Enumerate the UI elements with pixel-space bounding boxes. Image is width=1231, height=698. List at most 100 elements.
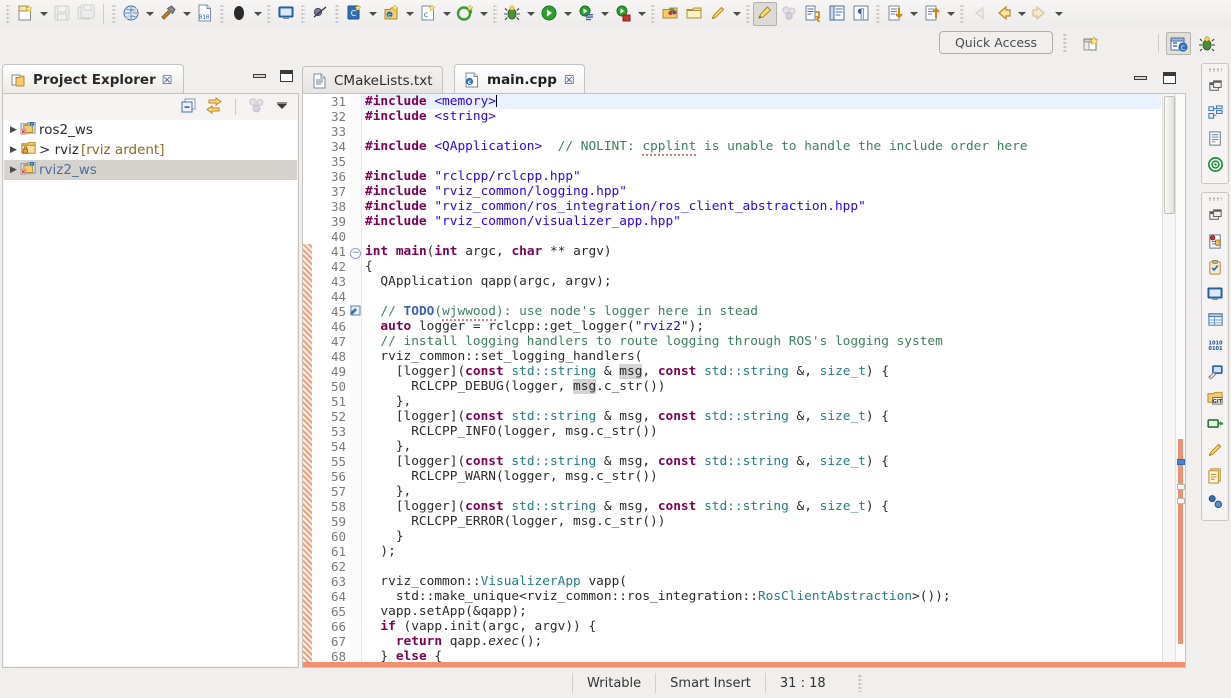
code-line[interactable]: if (vapp.init(argc, argv)) { xyxy=(363,619,1161,634)
debug-button-dropdown[interactable] xyxy=(524,2,537,26)
tab-cmakelists[interactable]: CMakeLists.txt xyxy=(302,66,443,94)
back-button[interactable] xyxy=(991,2,1015,26)
collapse-all-button[interactable] xyxy=(180,97,197,117)
previous-annotation-button[interactable] xyxy=(920,2,944,26)
build-all-button[interactable] xyxy=(119,2,143,26)
code-line[interactable] xyxy=(363,229,1161,244)
profile-button[interactable] xyxy=(574,2,598,26)
new-c-class-button-dropdown[interactable] xyxy=(366,2,379,26)
open-folder-button[interactable] xyxy=(682,2,706,26)
toolbar-grip[interactable] xyxy=(220,4,224,24)
code-line[interactable] xyxy=(363,559,1161,574)
console-view-button[interactable] xyxy=(1202,282,1228,308)
code-line[interactable]: RCLCPP_INFO(logger, msg.c_str()) xyxy=(363,424,1161,439)
new-group-button[interactable] xyxy=(453,2,477,26)
open-element-button-dropdown[interactable] xyxy=(251,2,264,26)
code-line[interactable]: #include <string> xyxy=(363,109,1161,124)
fastview-grip[interactable] xyxy=(1208,197,1222,201)
code-line[interactable]: auto logger = rclcpp::get_logger("rviz2"… xyxy=(363,319,1161,334)
code-line[interactable]: } xyxy=(363,529,1161,544)
back-button-dropdown[interactable] xyxy=(1015,2,1028,26)
code-line[interactable]: [logger](const std::string & msg, const … xyxy=(363,364,1161,379)
new-file-button[interactable] xyxy=(13,2,37,26)
restore-view-button[interactable] xyxy=(1202,75,1228,101)
problems-view-button[interactable] xyxy=(1202,230,1228,256)
code-line[interactable]: #include <memory> xyxy=(363,94,1161,109)
toolbar-grip[interactable] xyxy=(267,4,271,24)
profile-button-dropdown[interactable] xyxy=(598,2,611,26)
code-line[interactable]: // install logging handlers to route log… xyxy=(363,334,1161,349)
toolbar-grip[interactable] xyxy=(112,4,116,24)
new-c-project-button-dropdown[interactable] xyxy=(440,2,453,26)
open-declaration-button[interactable] xyxy=(801,2,825,26)
code-line[interactable]: #include "rviz_common/logging.hpp" xyxy=(363,184,1161,199)
link-with-editor-button[interactable] xyxy=(205,97,223,117)
editor-vertical-scrollbar[interactable] xyxy=(1162,94,1175,667)
target-view-button[interactable] xyxy=(1202,153,1228,179)
code-line[interactable]: [logger](const std::string & msg, const … xyxy=(363,409,1161,424)
new-package-button[interactable] xyxy=(658,2,682,26)
folding-column[interactable]: − xyxy=(350,94,362,667)
code-line[interactable]: #include "rclcpp/rclcpp.hpp" xyxy=(363,169,1161,184)
code-line[interactable] xyxy=(363,289,1161,304)
debug-view-button[interactable] xyxy=(1202,360,1228,386)
coverage-button-dropdown[interactable] xyxy=(635,2,648,26)
restore-view-button-2[interactable] xyxy=(1202,204,1228,230)
search-pencil-button-dropdown[interactable] xyxy=(730,2,743,26)
code-line[interactable]: }, xyxy=(363,484,1161,499)
code-line[interactable]: rviz_common::VisualizerApp vapp( xyxy=(363,574,1161,589)
close-icon[interactable]: ☒ xyxy=(162,73,173,87)
terminal-view-button[interactable] xyxy=(1202,412,1228,438)
outline-view-button[interactable] xyxy=(1202,101,1228,127)
coverage-button[interactable] xyxy=(611,2,635,26)
status-grip[interactable] xyxy=(858,674,862,692)
show-whitespace-button[interactable]: ¶ xyxy=(849,2,873,26)
memory-view-button[interactable]: 10100101 xyxy=(1202,334,1228,360)
binary-file-button[interactable]: 010 xyxy=(193,2,217,26)
scrollbar-thumb[interactable] xyxy=(1164,96,1175,214)
toolbar-grip[interactable] xyxy=(301,4,305,24)
run-button-dropdown[interactable] xyxy=(561,2,574,26)
code-line[interactable]: RCLCPP_WARN(logger, msg.c_str()) xyxy=(363,469,1161,484)
open-perspective-button[interactable] xyxy=(1078,32,1103,55)
code-line[interactable] xyxy=(363,154,1161,169)
previous-annotation-button-dropdown[interactable] xyxy=(944,2,957,26)
code-line[interactable]: // TODO(wjwwood): use node's logger here… xyxy=(363,304,1161,319)
minimize-icon[interactable] xyxy=(253,74,266,78)
code-line[interactable]: { xyxy=(363,259,1161,274)
code-line[interactable] xyxy=(363,124,1161,139)
new-c-source-button[interactable]: c xyxy=(379,2,403,26)
perspective-c-cpp[interactable]: C xyxy=(1166,32,1191,55)
toolbar-grip[interactable] xyxy=(493,4,497,24)
code-line[interactable]: }, xyxy=(363,439,1161,454)
next-annotation-button-dropdown[interactable] xyxy=(907,2,920,26)
skip-breakpoints-button[interactable] xyxy=(308,2,332,26)
overview-ruler[interactable] xyxy=(1175,94,1185,667)
quick-access-input[interactable]: Quick Access xyxy=(939,31,1053,54)
code-line[interactable]: #include "rviz_common/visualizer_app.hpp… xyxy=(363,214,1161,229)
toolbar-grip[interactable] xyxy=(960,4,964,24)
forward-button-dropdown[interactable] xyxy=(1052,2,1065,26)
close-icon[interactable]: ☒ xyxy=(564,73,575,87)
code-line[interactable]: std::make_unique<rviz_common::ros_integr… xyxy=(363,589,1161,604)
tab-main-cpp[interactable]: c main.cpp ☒ xyxy=(454,64,585,94)
toolbar-grip[interactable] xyxy=(746,4,750,24)
run-button[interactable] xyxy=(537,2,561,26)
code-line[interactable]: rviz_common::set_logging_handlers( xyxy=(363,349,1161,364)
connections-view-button[interactable] xyxy=(1202,490,1228,516)
code-line[interactable]: ); xyxy=(363,544,1161,559)
maximize-icon[interactable] xyxy=(1163,72,1176,84)
build-button[interactable] xyxy=(156,2,180,26)
expand-arrow-icon[interactable]: ▶ xyxy=(7,165,20,175)
new-c-project-button[interactable]: c xyxy=(416,2,440,26)
code-line[interactable]: RCLCPP_ERROR(logger, msg.c_str()) xyxy=(363,514,1161,529)
code-line[interactable]: #include "rviz_common/ros_integration/ro… xyxy=(363,199,1161,214)
toolbar-grip[interactable] xyxy=(1063,33,1067,52)
code-line[interactable]: #include <QApplication> // NOLINT: cppli… xyxy=(363,139,1161,154)
toggle-mark-occurrences-button[interactable] xyxy=(753,2,777,26)
view-menu-button[interactable] xyxy=(274,99,290,116)
search-view-button[interactable] xyxy=(1202,438,1228,464)
code-line[interactable]: vapp.setApp(&qapp); xyxy=(363,604,1161,619)
build-button-dropdown[interactable] xyxy=(180,2,193,26)
new-file-button-dropdown[interactable] xyxy=(37,2,50,26)
